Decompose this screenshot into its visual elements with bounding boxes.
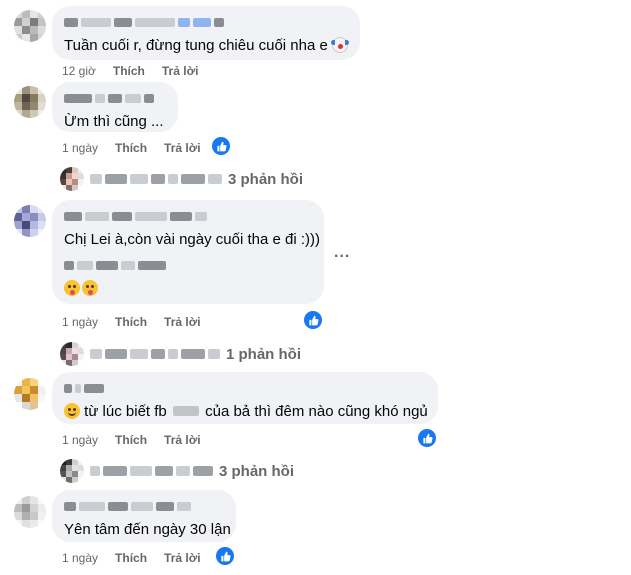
avatar[interactable]	[14, 86, 46, 118]
comment-actions: 1 ngày Thích Trả lời	[62, 141, 201, 155]
like-reaction-icon[interactable]	[214, 545, 236, 567]
like-button[interactable]: Thích	[115, 141, 147, 155]
comment-bubble: Tuần cuối r, đừng tung chiêu cuối nha e	[52, 6, 360, 60]
like-button[interactable]: Thích	[115, 433, 147, 447]
comment-time[interactable]: 1 ngày	[62, 551, 98, 565]
laughing-tongue-icon	[64, 280, 80, 296]
commenter-name[interactable]	[64, 92, 166, 104]
avatar[interactable]	[14, 205, 46, 237]
comment-emoji-line	[64, 279, 312, 298]
comment-bubble: Ừm thì cũng ...	[52, 82, 178, 132]
comment-bubble: Yên tâm đến ngày 30 lận	[52, 490, 236, 542]
reply-button[interactable]: Trả lời	[164, 551, 201, 565]
comment-time[interactable]: 1 ngày	[62, 315, 98, 329]
smiling-face-icon	[64, 403, 80, 419]
like-reaction-icon[interactable]	[210, 135, 232, 157]
comment-time[interactable]: 1 ngày	[62, 433, 98, 447]
view-replies-link[interactable]: 3 phản hồi	[60, 459, 294, 483]
comment-time[interactable]: 1 ngày	[62, 141, 98, 155]
reply-count[interactable]: 1 phản hồi	[226, 346, 301, 363]
comment-bubble: Chị Lei à,còn vài ngày cuối tha e đi :))…	[52, 200, 324, 304]
view-replies-link[interactable]: 3 phản hồi	[60, 167, 303, 191]
avatar[interactable]	[14, 496, 46, 528]
reply-button[interactable]: Trả lời	[164, 315, 201, 329]
avatar[interactable]	[14, 378, 46, 410]
comment-text: từ lúc biết fb của bả thì đêm nào cũng k…	[64, 402, 428, 421]
reply-button[interactable]: Trả lời	[164, 141, 201, 155]
comment-text: Ừm thì cũng ...	[64, 113, 164, 130]
comment-actions: 1 ngày Thích Trả lời	[62, 551, 201, 565]
comment-text: Yên tâm đến ngày 30 lận	[64, 521, 231, 538]
reply-button[interactable]: Trả lời	[162, 64, 199, 78]
obscured-text	[172, 406, 199, 416]
reply-button[interactable]: Trả lời	[164, 433, 201, 447]
commenter-name[interactable]	[64, 500, 224, 512]
like-button[interactable]: Thích	[115, 551, 147, 565]
like-button[interactable]: Thích	[115, 315, 147, 329]
comment-actions: 1 ngày Thích Trả lời	[62, 433, 201, 447]
like-reaction-icon[interactable]	[416, 427, 438, 449]
laughing-tongue-icon	[82, 280, 98, 296]
obscured-text	[64, 259, 312, 271]
more-options-button[interactable]: ...	[334, 244, 350, 262]
clown-face-icon	[331, 37, 350, 53]
avatar[interactable]	[14, 10, 46, 42]
commenter-name[interactable]	[64, 210, 312, 222]
view-replies-link[interactable]: 1 phản hồi	[60, 342, 301, 366]
like-reaction-icon[interactable]	[302, 309, 324, 331]
comment-text: Chị Lei à,còn vài ngày cuối tha e đi :))…	[64, 231, 320, 248]
comment-time[interactable]: 12 giờ	[62, 64, 96, 78]
reply-count[interactable]: 3 phản hồi	[219, 463, 294, 480]
commenter-name[interactable]	[64, 16, 348, 28]
comment-bubble: từ lúc biết fb của bả thì đêm nào cũng k…	[52, 372, 438, 424]
reply-count[interactable]: 3 phản hồi	[228, 171, 303, 188]
comment-actions: 12 giờ Thích Trả lời	[62, 64, 198, 78]
comment-actions: 1 ngày Thích Trả lời	[62, 315, 201, 329]
commenter-name[interactable]	[64, 382, 426, 394]
like-button[interactable]: Thích	[113, 64, 145, 78]
comment-text: Tuần cuối r, đừng tung chiêu cuối nha e	[64, 36, 350, 55]
